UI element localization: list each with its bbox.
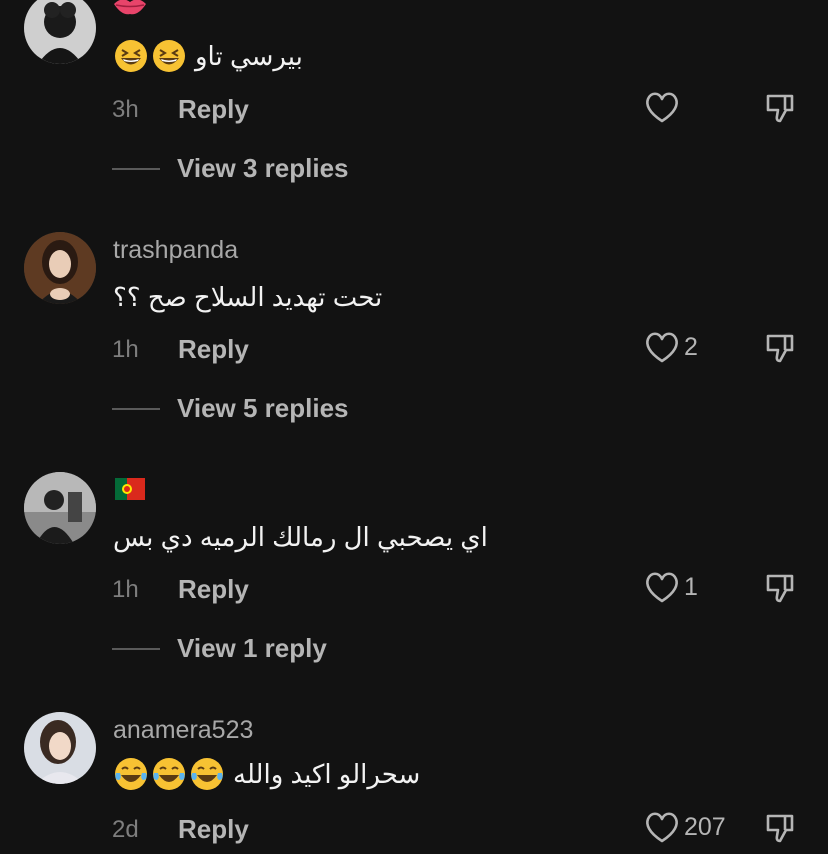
face-with-tears-of-joy-icon [153,758,185,790]
comment-text: سحرالو اكيد والله [113,756,420,792]
dislike-icon[interactable] [762,90,798,126]
face-with-tears-of-joy-icon [191,758,223,790]
reply-button[interactable]: Reply [178,334,249,365]
comment-text: بيرسي تاو [113,38,303,74]
like-count: 2 [684,332,698,361]
like-button[interactable]: 2 [644,330,698,364]
comment-timestamp: 3h [112,96,139,123]
avatar[interactable] [24,472,96,544]
dislike-icon[interactable] [762,810,798,846]
view-replies-button[interactable]: View 5 replies [112,393,349,424]
comment-username[interactable]: trashpanda [113,236,238,265]
reply-button[interactable]: Reply [178,814,249,845]
lips-emoji-icon [114,0,146,15]
reply-button[interactable]: Reply [178,94,249,125]
comment-text-body: سحرالو اكيد والله [233,758,421,789]
avatar[interactable] [24,232,96,304]
reply-button[interactable]: Reply [178,574,249,605]
comment-text: اي يصحبي ال رمالك الرميه دي بس [113,522,488,553]
divider-line [112,407,160,410]
comment-text-body: اي يصحبي ال رمالك الرميه دي بس [113,522,488,552]
heart-icon [646,812,678,843]
heart-icon [646,332,678,363]
avatar[interactable] [24,712,96,784]
comment-item: اي يصحبي ال رمالك الرميه دي بس 1h Reply … [0,472,828,672]
like-count: 1 [684,572,698,601]
divider-line [112,647,160,650]
comment-text-body: بيرسي تاو [195,40,303,71]
dislike-icon[interactable] [762,330,798,366]
view-replies-label: View 5 replies [177,393,349,423]
like-button[interactable] [644,90,680,124]
portugal-flag-icon [115,478,145,500]
comment-item: بيرسي تاو 3h Reply View 3 replies [0,0,828,200]
face-with-tears-of-joy-icon [115,758,147,790]
like-button[interactable]: 207 [644,810,726,844]
like-button[interactable]: 1 [644,570,698,604]
comment-item: anamera523 سحرالو اكيد والله 2d Reply 20… [0,712,828,854]
grinning-squinting-face-icon [115,40,147,72]
divider-line [112,167,160,170]
like-count: 207 [684,812,726,841]
comment-text-body: تحت تهديد السلاح صح ؟؟ [113,282,383,312]
comment-timestamp: 2d [112,816,139,843]
view-replies-button[interactable]: View 3 replies [112,153,349,184]
comment-timestamp: 1h [112,336,139,363]
view-replies-button[interactable]: View 1 reply [112,633,327,664]
comment-text: تحت تهديد السلاح صح ؟؟ [113,282,382,313]
heart-icon [646,572,678,603]
comment-username[interactable]: anamera523 [113,716,253,745]
comment-timestamp: 1h [112,576,139,603]
heart-icon [646,92,678,123]
view-replies-label: View 3 replies [177,153,349,183]
dislike-icon[interactable] [762,570,798,606]
avatar[interactable] [24,0,96,64]
grinning-squinting-face-icon [153,40,185,72]
comment-item: trashpanda تحت تهديد السلاح صح ؟؟ 1h Rep… [0,232,828,432]
view-replies-label: View 1 reply [177,633,327,663]
